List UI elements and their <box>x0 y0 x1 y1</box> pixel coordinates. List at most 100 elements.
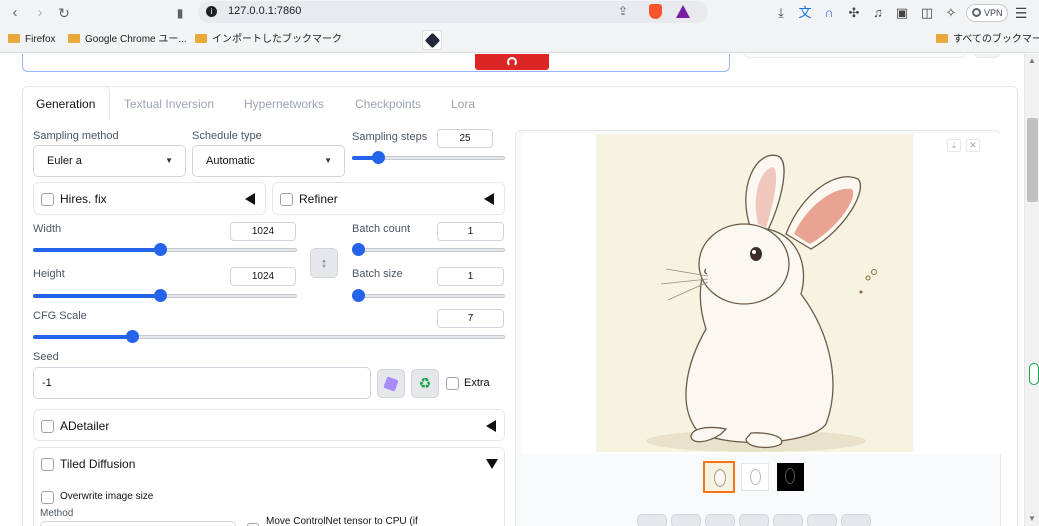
random-seed-button[interactable] <box>377 369 405 398</box>
prompt-textarea[interactable] <box>22 54 730 72</box>
collapse-arrow-icon[interactable] <box>484 193 494 205</box>
refiner-accordion[interactable]: Refiner <box>272 182 505 215</box>
extra-seed-label: Extra <box>464 377 490 389</box>
swap-dimensions-button[interactable]: ↕ <box>310 248 338 278</box>
collapse-arrow-icon[interactable] <box>486 420 496 432</box>
zip-button[interactable] <box>705 514 735 526</box>
extension-icon[interactable]: ✣ <box>845 4 863 22</box>
download-icon[interactable]: ⤓ <box>947 139 961 152</box>
hires-fix-accordion[interactable]: Hires. fix <box>33 182 266 215</box>
download-icon[interactable]: ⤓ <box>772 4 790 22</box>
sampling-steps-slider[interactable] <box>352 151 505 165</box>
gallery-thumbnail-2[interactable] <box>741 463 769 491</box>
width-slider[interactable] <box>33 243 297 257</box>
seed-input[interactable]: -1 <box>33 367 371 399</box>
all-bookmarks[interactable]: すべてのブックマーク <box>936 32 1039 48</box>
tab-hypernetworks[interactable]: Hypernetworks <box>244 97 324 111</box>
leo-icon[interactable]: ∩ <box>820 4 838 22</box>
tab-checkpoints[interactable]: Checkpoints <box>355 97 421 111</box>
bookmark-imported[interactable]: インポートしたブックマーク <box>195 32 342 48</box>
cfg-scale-slider[interactable] <box>33 330 505 344</box>
tiled-diffusion-label[interactable]: Tiled Diffusion <box>60 457 135 471</box>
overwrite-size-label: Overwrite image size <box>60 491 154 502</box>
bookmark-firefox[interactable]: Firefox <box>8 32 56 48</box>
cfg-scale-input[interactable]: 7 <box>437 309 504 328</box>
sidebar-icon[interactable]: ▣ <box>893 4 911 22</box>
batch-size-input[interactable]: 1 <box>437 267 504 286</box>
chevron-down-icon: ▼ <box>324 156 332 165</box>
reuse-seed-button[interactable]: ♻ <box>411 369 439 398</box>
info-icon[interactable]: i <box>206 6 217 17</box>
tab-generation[interactable]: Generation <box>36 97 95 111</box>
tab-textual-inversion[interactable]: Textual Inversion <box>124 97 214 111</box>
height-slider[interactable] <box>33 289 297 303</box>
extension-popup-icon[interactable] <box>422 30 442 50</box>
translate-icon[interactable]: 文 <box>796 4 814 22</box>
address-bar[interactable]: i 127.0.0.1:7860 ⇪ <box>198 1 708 23</box>
vpn-button[interactable]: VPN <box>966 4 1008 22</box>
brave-shield-icon[interactable] <box>649 4 662 19</box>
send-img2img-button[interactable] <box>739 514 769 526</box>
bookmark-chrome[interactable]: Google Chrome ユー... <box>68 32 187 48</box>
extra-seed-checkbox[interactable] <box>446 377 459 390</box>
sparkle-icon[interactable]: ✧ <box>942 4 960 22</box>
styles-field[interactable] <box>744 54 966 58</box>
gallery-thumbnail-3[interactable] <box>777 463 804 491</box>
tiled-diffusion-checkbox[interactable] <box>41 458 54 471</box>
controlnet-cpu-label: Move ControlNet tensor to CPU (if <box>266 516 418 526</box>
width-label: Width <box>33 223 62 235</box>
sampling-steps-input[interactable]: 25 <box>437 129 493 148</box>
folder-icon <box>8 34 20 43</box>
bookmark-icon[interactable]: ▮ <box>170 3 190 23</box>
sampling-method-dropdown[interactable]: Euler a ▼ <box>33 145 186 177</box>
width-input[interactable]: 1024 <box>230 222 296 241</box>
collapse-arrow-icon[interactable] <box>245 193 255 205</box>
batch-size-slider[interactable] <box>352 289 505 303</box>
adetailer-checkbox[interactable] <box>41 420 54 433</box>
adetailer-label: ADetailer <box>60 419 110 433</box>
scroll-down-icon[interactable]: ▼ <box>1028 514 1036 523</box>
brave-rewards-icon[interactable] <box>676 5 690 18</box>
send-extras-button[interactable] <box>807 514 837 526</box>
scrollbar-thumb[interactable] <box>1027 118 1038 202</box>
height-input[interactable]: 1024 <box>230 267 296 286</box>
gallery-thumbnail-1[interactable] <box>703 461 735 493</box>
refiner-label: Refiner <box>299 192 338 206</box>
page-scrollbar[interactable]: ▲ ▼ <box>1024 54 1039 526</box>
vpn-label: VPN <box>984 8 1003 18</box>
music-icon[interactable]: ♫ <box>869 4 887 22</box>
back-icon[interactable]: ‹ <box>5 3 25 23</box>
tiled-diffusion-accordion: Tiled Diffusion Overwrite image size Met… <box>33 447 505 526</box>
batch-count-slider[interactable] <box>352 243 505 257</box>
schedule-type-dropdown[interactable]: Automatic ▼ <box>192 145 345 177</box>
hires-fix-checkbox[interactable] <box>41 193 54 206</box>
batch-size-label: Batch size <box>352 268 403 280</box>
adetailer-accordion[interactable]: ADetailer <box>33 409 505 441</box>
batch-count-input[interactable]: 1 <box>437 222 504 241</box>
menu-icon[interactable]: ☰ <box>1012 4 1030 22</box>
scroll-up-icon[interactable]: ▲ <box>1028 56 1036 65</box>
refiner-checkbox[interactable] <box>280 193 293 206</box>
share-icon[interactable]: ⇪ <box>618 4 628 18</box>
vpn-icon <box>972 8 981 17</box>
expand-arrow-icon[interactable] <box>486 459 498 469</box>
url-text[interactable]: 127.0.0.1:7860 <box>228 5 301 17</box>
side-extension-handle[interactable] <box>1029 363 1039 385</box>
send-inpaint-button[interactable] <box>773 514 803 526</box>
generated-image[interactable] <box>596 134 913 452</box>
open-folder-button[interactable] <box>637 514 667 526</box>
reload-icon[interactable]: ↻ <box>54 3 74 23</box>
folder-icon <box>68 34 80 43</box>
send-other-button[interactable] <box>841 514 871 526</box>
webui-page: Generation Textual Inversion Hypernetwor… <box>0 54 1039 526</box>
wallet-icon[interactable]: ◫ <box>918 4 936 22</box>
tab-lora[interactable]: Lora <box>451 97 475 111</box>
cfg-scale-label: CFG Scale <box>33 310 87 322</box>
styles-button[interactable] <box>974 54 1000 58</box>
close-icon[interactable]: ✕ <box>966 139 980 152</box>
save-button[interactable] <box>671 514 701 526</box>
overwrite-size-checkbox[interactable] <box>41 491 54 504</box>
forward-icon[interactable]: › <box>30 3 50 23</box>
generate-button[interactable] <box>475 54 549 70</box>
method-dropdown[interactable] <box>40 521 236 526</box>
